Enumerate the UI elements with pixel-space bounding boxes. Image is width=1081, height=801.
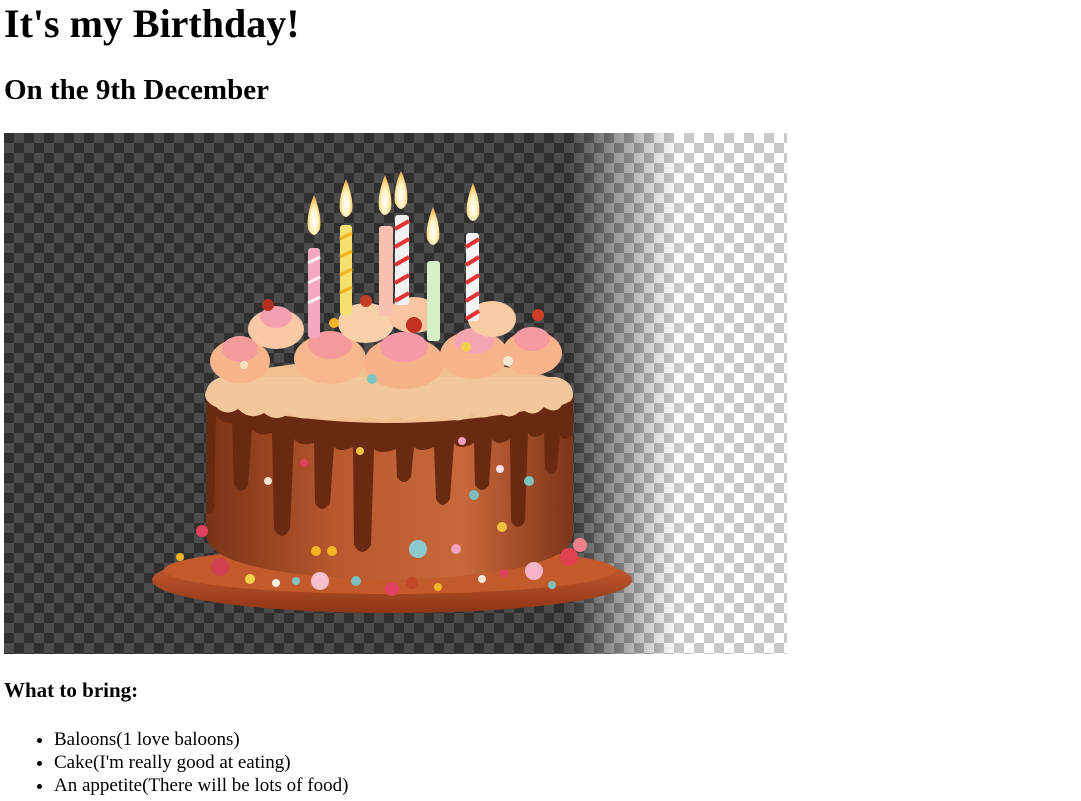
page-title: It's my Birthday!: [4, 1, 300, 46]
page-subtitle: On the 9th December: [4, 74, 269, 106]
list-item: An appetite(There will be lots of food): [54, 774, 348, 797]
list-item: Cake(I'm really good at eating): [54, 751, 348, 774]
page: It's my Birthday! On the 9th December Wh…: [0, 0, 1081, 801]
bring-heading: What to bring:: [4, 678, 139, 702]
birthday-cake-image: [4, 133, 787, 654]
bring-list: Baloons(1 love baloons) Cake(I'm really …: [0, 728, 348, 797]
list-item: Baloons(1 love baloons): [54, 728, 348, 751]
